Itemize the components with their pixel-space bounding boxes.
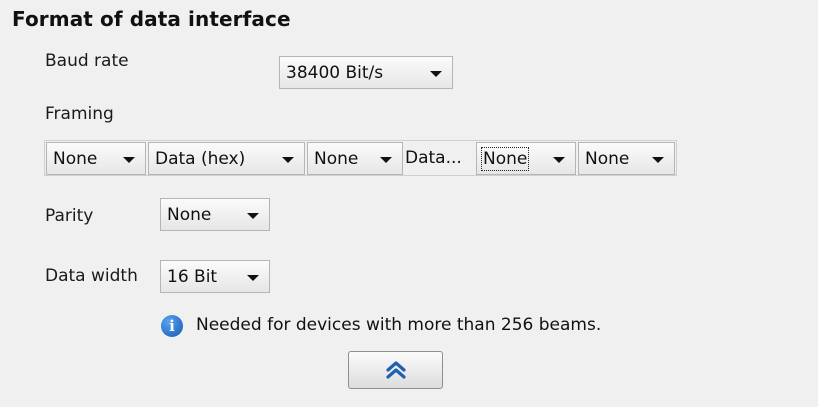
section-title: Format of data interface bbox=[12, 7, 291, 31]
framing-value-5: None bbox=[480, 146, 530, 171]
chevron-down-icon bbox=[553, 157, 565, 163]
chevron-down-icon bbox=[123, 157, 135, 163]
framing-dropdown-1[interactable]: None bbox=[46, 142, 146, 175]
framing-dropdown-5[interactable]: None bbox=[476, 142, 576, 175]
framing-dropdown-6[interactable]: None bbox=[578, 142, 675, 175]
framing-value-2: Data (hex) bbox=[155, 148, 246, 169]
data-width-value: 16 Bit bbox=[167, 266, 218, 287]
chevron-down-icon bbox=[282, 157, 294, 163]
framing-data-text: Data... bbox=[405, 148, 462, 168]
parity-dropdown[interactable]: None bbox=[160, 198, 270, 231]
chevron-down-icon bbox=[247, 213, 259, 219]
framing-dropdown-2[interactable]: Data (hex) bbox=[148, 142, 305, 175]
framing-value-1: None bbox=[53, 148, 98, 169]
framing-label: Framing bbox=[45, 104, 114, 124]
framing-dropdown-3[interactable]: None bbox=[307, 142, 403, 175]
data-width-label: Data width bbox=[45, 266, 138, 286]
chevron-down-icon bbox=[380, 157, 392, 163]
chevron-down-icon bbox=[652, 157, 664, 163]
framing-value-6: None bbox=[585, 148, 630, 169]
chevron-down-icon bbox=[430, 71, 442, 77]
collapse-button[interactable] bbox=[348, 351, 443, 389]
baud-rate-dropdown[interactable]: 38400 Bit/s bbox=[279, 56, 453, 89]
framing-value-3: None bbox=[314, 148, 359, 169]
parity-label: Parity bbox=[45, 206, 94, 226]
data-interface-panel: Format of data interface Baud rate 38400… bbox=[0, 0, 818, 407]
info-icon: i bbox=[161, 315, 183, 337]
double-chevron-up-icon bbox=[385, 361, 406, 379]
baud-rate-label: Baud rate bbox=[45, 51, 129, 71]
parity-value: None bbox=[167, 204, 212, 225]
data-width-dropdown[interactable]: 16 Bit bbox=[160, 260, 270, 293]
info-text: Needed for devices with more than 256 be… bbox=[196, 315, 602, 335]
baud-rate-value: 38400 Bit/s bbox=[286, 62, 384, 83]
chevron-down-icon bbox=[247, 275, 259, 281]
